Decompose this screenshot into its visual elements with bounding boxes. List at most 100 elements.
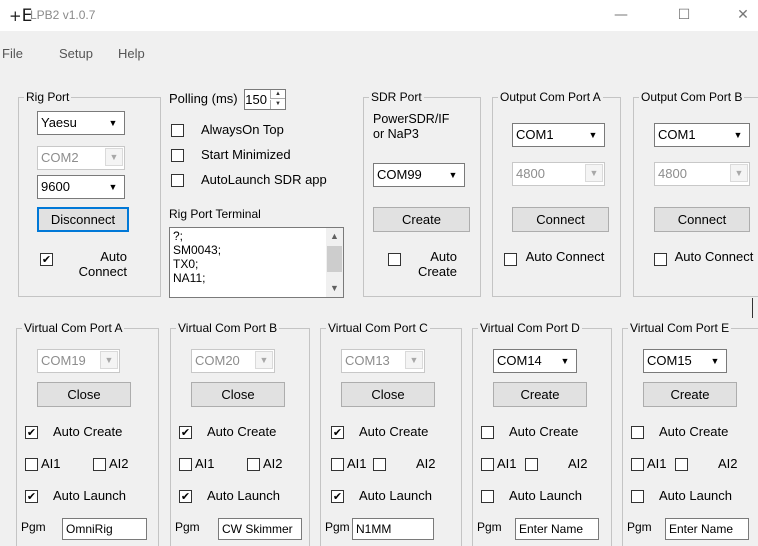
virtual-b-auto-launch-checkbox[interactable]: ✔ bbox=[179, 490, 192, 503]
virtual-b-ai2-checkbox[interactable] bbox=[247, 458, 260, 471]
virtual-b-ai1-checkbox[interactable] bbox=[179, 458, 192, 471]
output-b-baud-select: 4800 ▼ bbox=[654, 162, 750, 186]
sdr-com-select[interactable]: COM99 ▼ bbox=[373, 163, 465, 187]
title-bar[interactable]: +E LPB2 v1.0.7 — ☐ ✕ bbox=[0, 0, 758, 31]
output-a-com-select[interactable]: COM1 ▼ bbox=[512, 123, 605, 147]
virtual-e-pgm-input[interactable]: Enter Name bbox=[665, 518, 749, 540]
scroll-thumb[interactable] bbox=[327, 246, 342, 272]
scroll-down-icon[interactable]: ▼ bbox=[326, 280, 343, 297]
output-b-connect-button[interactable]: Connect bbox=[654, 207, 750, 232]
virtual-a-ai1-checkbox[interactable] bbox=[25, 458, 38, 471]
virtual-d-ai1-checkbox[interactable] bbox=[481, 458, 494, 471]
virtual-b-pgm-input[interactable]: CW Skimmer bbox=[218, 518, 302, 540]
chevron-down-icon: ▼ bbox=[583, 125, 603, 145]
virtual-port-c-title: Virtual Com Port C bbox=[326, 321, 430, 335]
output-a-auto-connect-label: Auto Connect bbox=[525, 249, 605, 264]
virtual-b-pgm-label: Pgm bbox=[175, 520, 200, 534]
virtual-e-com-value: COM15 bbox=[647, 353, 692, 368]
virtual-e-ai1-label: AI1 bbox=[647, 456, 667, 471]
rig-baud-value: 9600 bbox=[41, 179, 70, 194]
virtual-port-a-title: Virtual Com Port A bbox=[22, 321, 125, 335]
polling-spinner[interactable]: 150 ▲ ▼ bbox=[244, 89, 286, 110]
start-minimized-checkbox[interactable] bbox=[171, 149, 184, 162]
sdr-create-button[interactable]: Create bbox=[373, 207, 470, 232]
sdr-auto-create-checkbox[interactable] bbox=[388, 253, 401, 266]
virtual-a-auto-launch-checkbox[interactable]: ✔ bbox=[25, 490, 38, 503]
splitter-handle[interactable] bbox=[752, 298, 753, 318]
virtual-e-auto-create-checkbox[interactable] bbox=[631, 426, 644, 439]
sdr-com-value: COM99 bbox=[377, 167, 422, 182]
virtual-a-com-value: COM19 bbox=[41, 353, 86, 368]
polling-label: Polling (ms) bbox=[169, 91, 238, 106]
terminal-scrollbar[interactable]: ▲ ▼ bbox=[326, 228, 343, 297]
virtual-c-close-button[interactable]: Close bbox=[341, 382, 435, 407]
rig-port-group: Rig Port Yaesu ▼ COM2 ▼ 9600 ▼ Disconnect ✔… bbox=[18, 90, 161, 297]
disconnect-button[interactable]: Disconnect bbox=[37, 207, 129, 232]
virtual-d-pgm-input[interactable]: Enter Name bbox=[515, 518, 599, 540]
menu-file[interactable]: File bbox=[2, 46, 23, 61]
rig-auto-connect-label: Auto Connect bbox=[78, 249, 127, 279]
rig-make-value: Yaesu bbox=[41, 115, 77, 130]
virtual-d-ai2-checkbox[interactable] bbox=[525, 458, 538, 471]
virtual-e-ai2-checkbox[interactable] bbox=[675, 458, 688, 471]
output-port-a-title: Output Com Port A bbox=[498, 90, 603, 104]
virtual-b-com-select: COM20 ▼ bbox=[191, 349, 275, 373]
virtual-b-auto-create-checkbox[interactable]: ✔ bbox=[179, 426, 192, 439]
rig-auto-connect-checkbox[interactable]: ✔ bbox=[40, 253, 53, 266]
virtual-c-pgm-input[interactable]: N1MM bbox=[352, 518, 434, 540]
virtual-d-create-button[interactable]: Create bbox=[493, 382, 587, 407]
output-b-com-select[interactable]: COM1 ▼ bbox=[654, 123, 750, 147]
output-a-auto-connect-checkbox[interactable] bbox=[504, 253, 517, 266]
virtual-b-com-value: COM20 bbox=[195, 353, 240, 368]
sdr-description: PowerSDR/IF or NaP3 bbox=[373, 112, 450, 141]
chevron-down-icon: ▼ bbox=[730, 164, 748, 182]
always-on-top-checkbox[interactable] bbox=[171, 124, 184, 137]
virtual-a-close-button[interactable]: Close bbox=[37, 382, 131, 407]
virtual-b-close-button[interactable]: Close bbox=[191, 382, 285, 407]
rig-com-select: COM2 ▼ bbox=[37, 146, 125, 170]
maximize-button[interactable]: ☐ bbox=[661, 0, 707, 31]
virtual-e-pgm-label: Pgm bbox=[627, 520, 652, 534]
virtual-e-create-button[interactable]: Create bbox=[643, 382, 737, 407]
virtual-port-e-title: Virtual Com Port E bbox=[628, 321, 732, 335]
rig-make-select[interactable]: Yaesu ▼ bbox=[37, 111, 125, 135]
virtual-d-com-select[interactable]: COM14 ▼ bbox=[493, 349, 577, 373]
chevron-down-icon: ▼ bbox=[443, 165, 463, 185]
chevron-down-icon: ▼ bbox=[405, 351, 423, 369]
scroll-up-icon[interactable]: ▲ bbox=[326, 228, 343, 245]
virtual-e-auto-launch-checkbox[interactable] bbox=[631, 490, 644, 503]
virtual-c-auto-launch-checkbox[interactable]: ✔ bbox=[331, 490, 344, 503]
spin-up-icon[interactable]: ▲ bbox=[270, 90, 285, 99]
virtual-a-pgm-input[interactable]: OmniRig bbox=[62, 518, 147, 540]
virtual-a-com-select: COM19 ▼ bbox=[37, 349, 120, 373]
virtual-e-com-select[interactable]: COM15 ▼ bbox=[643, 349, 727, 373]
output-a-baud-value: 4800 bbox=[516, 166, 545, 181]
virtual-c-ai1-checkbox[interactable] bbox=[331, 458, 344, 471]
rig-port-title: Rig Port bbox=[24, 90, 72, 104]
virtual-a-ai2-checkbox[interactable] bbox=[93, 458, 106, 471]
virtual-d-auto-launch-checkbox[interactable] bbox=[481, 490, 494, 503]
menu-help[interactable]: Help bbox=[118, 46, 145, 61]
window-title: LPB2 v1.0.7 bbox=[30, 8, 96, 22]
virtual-c-com-select: COM13 ▼ bbox=[341, 349, 425, 373]
spin-down-icon[interactable]: ▼ bbox=[270, 100, 285, 109]
virtual-port-b-title: Virtual Com Port B bbox=[176, 321, 280, 335]
output-a-connect-button[interactable]: Connect bbox=[512, 207, 609, 232]
virtual-c-ai2-checkbox[interactable] bbox=[373, 458, 386, 471]
sdr-auto-create-label: Auto Create bbox=[417, 249, 457, 279]
menu-setup[interactable]: Setup bbox=[59, 46, 93, 61]
terminal-line: ?; bbox=[173, 229, 184, 243]
virtual-b-auto-create-label: Auto Create bbox=[207, 424, 277, 439]
autolaunch-sdr-checkbox[interactable] bbox=[171, 174, 184, 187]
rig-terminal[interactable]: ?; SM0043; TX0; NA11; ▲ ▼ bbox=[169, 227, 344, 298]
rig-baud-select[interactable]: 9600 ▼ bbox=[37, 175, 125, 199]
virtual-d-auto-create-checkbox[interactable] bbox=[481, 426, 494, 439]
output-b-auto-connect-checkbox[interactable] bbox=[654, 253, 667, 266]
virtual-a-auto-create-checkbox[interactable]: ✔ bbox=[25, 426, 38, 439]
minimize-button[interactable]: — bbox=[598, 0, 644, 31]
menu-bar: File Setup Help bbox=[0, 31, 758, 71]
close-button[interactable]: ✕ bbox=[720, 0, 758, 31]
virtual-c-auto-create-checkbox[interactable]: ✔ bbox=[331, 426, 344, 439]
output-a-baud-select: 4800 ▼ bbox=[512, 162, 605, 186]
virtual-e-ai1-checkbox[interactable] bbox=[631, 458, 644, 471]
